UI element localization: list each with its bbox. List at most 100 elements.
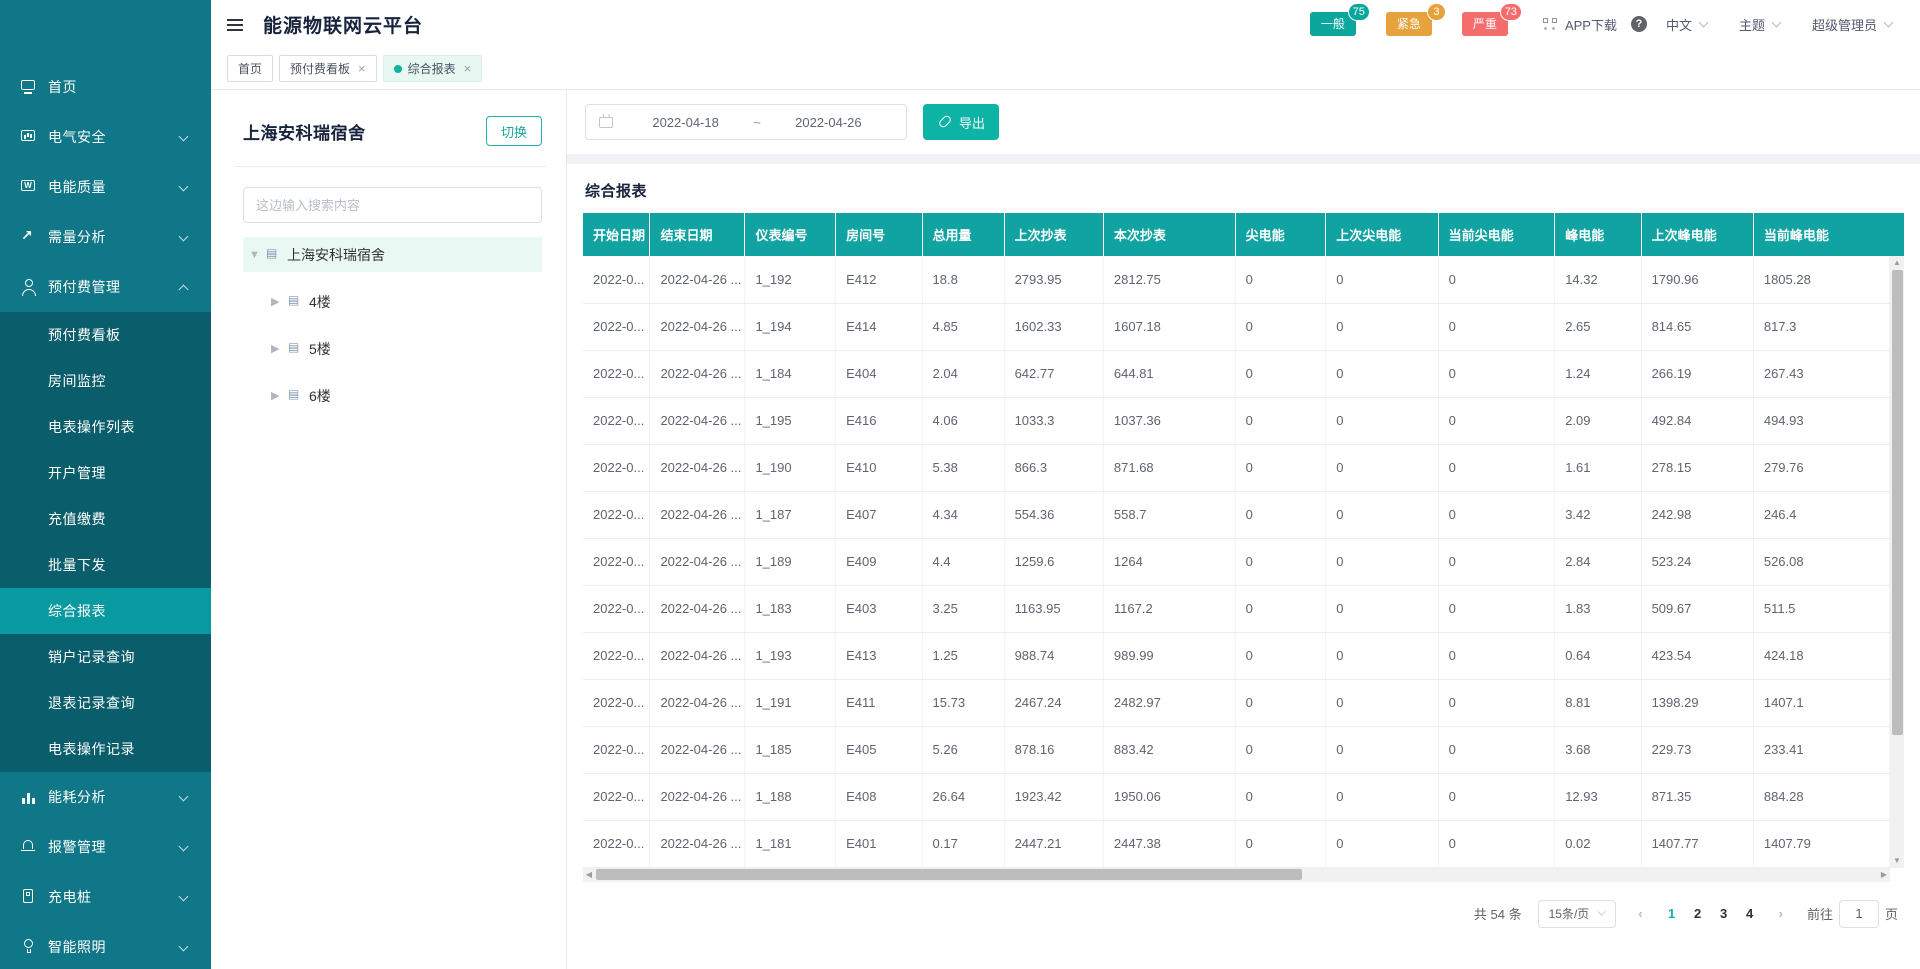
start-date-value[interactable]: 2022-04-18 — [620, 115, 751, 130]
column-header-本次抄表: 本次抄表 — [1103, 213, 1235, 256]
horizontal-scrollbar[interactable]: ◀ ▶ — [583, 868, 1890, 882]
prev-page-button[interactable]: ‹ — [1632, 906, 1648, 921]
table-cell: 1805.28 — [1753, 256, 1889, 303]
page-number-1[interactable]: 1 — [1659, 906, 1685, 921]
sidebar-subitem-批量下发[interactable]: 批量下发 — [0, 542, 211, 588]
topbar-right: 一般 75 紧急 3 严重 73 APP下载 — [1310, 12, 1894, 36]
vertical-scroll-thumb[interactable] — [1892, 270, 1903, 735]
close-icon[interactable]: × — [358, 62, 366, 75]
export-button[interactable]: 导出 — [923, 104, 999, 140]
sidebar-item-预付费管理[interactable]: 预付费管理 — [0, 262, 211, 312]
language-switcher[interactable]: 中文 — [1666, 15, 1709, 34]
table-cell: 0 — [1326, 679, 1438, 726]
sidebar-item-电气安全[interactable]: 电气安全 — [0, 112, 211, 162]
sidebar-subitem-预付费看板[interactable]: 预付费看板 — [0, 312, 211, 358]
page-number-3[interactable]: 3 — [1711, 906, 1737, 921]
caret-collapsed-icon[interactable]: ▶ — [271, 389, 287, 402]
report-table: 开始日期结束日期仪表编号房间号总用量上次抄表本次抄表尖电能上次尖电能当前尖电能峰… — [583, 213, 1890, 868]
help-button[interactable] — [1631, 16, 1652, 32]
table-cell: 0 — [1438, 726, 1555, 773]
trend-icon — [20, 229, 38, 245]
tab-label: 综合报表 — [408, 60, 456, 77]
tree-search-input[interactable] — [243, 187, 542, 223]
scroll-left-icon[interactable]: ◀ — [583, 868, 595, 882]
column-header-当前尖电能: 当前尖电能 — [1438, 213, 1555, 256]
tree-node-5楼[interactable]: ▶ 5楼 — [243, 331, 542, 366]
column-header-上次峰电能: 上次峰电能 — [1641, 213, 1753, 256]
table-cell: 1264 — [1103, 538, 1235, 585]
sidebar-subitem-房间监控[interactable]: 房间监控 — [0, 358, 211, 404]
table-cell: 2022-04-26 ... — [650, 679, 745, 726]
table-cell: 989.99 — [1103, 632, 1235, 679]
next-page-button[interactable]: › — [1773, 906, 1789, 921]
column-header-当前峰电能: 当前峰电能 — [1753, 213, 1889, 256]
scroll-down-icon[interactable]: ▼ — [1890, 855, 1904, 867]
app-download-link[interactable]: APP下载 — [1542, 15, 1617, 34]
page-size-select[interactable]: 15条/页 — [1538, 900, 1617, 928]
tab-首页[interactable]: 首页 — [227, 55, 273, 82]
table-cell: 0 — [1326, 538, 1438, 585]
chevron-down-icon — [1884, 18, 1894, 28]
table-cell: 246.4 — [1753, 491, 1889, 538]
scroll-right-icon[interactable]: ▶ — [1878, 868, 1890, 882]
table-cell: 492.84 — [1641, 397, 1753, 444]
end-date-value[interactable]: 2022-04-26 — [763, 115, 894, 130]
alarm-badge-normal[interactable]: 一般 75 — [1310, 12, 1356, 36]
alarm-badge-urgent[interactable]: 紧急 3 — [1386, 12, 1432, 36]
sidebar-subitem-电表操作记录[interactable]: 电表操作记录 — [0, 726, 211, 772]
table-cell: 1923.42 — [1004, 773, 1103, 820]
scroll-up-icon[interactable]: ▲ — [1890, 257, 1904, 269]
report-panel-title: 综合报表 — [585, 180, 1904, 201]
horizontal-scroll-thumb[interactable] — [596, 869, 1302, 880]
switch-building-button[interactable]: 切换 — [486, 116, 542, 146]
user-menu[interactable]: 超级管理员 — [1812, 15, 1894, 34]
table-cell: 871.35 — [1641, 773, 1753, 820]
table-cell: 1259.6 — [1004, 538, 1103, 585]
sidebar-subitem-充值缴费[interactable]: 充值缴费 — [0, 496, 211, 542]
tab-综合报表[interactable]: 综合报表 × — [383, 55, 483, 82]
table-row: 2022-0...2022-04-26 ...1_195E4164.061033… — [583, 397, 1890, 444]
table-cell: 4.4 — [922, 538, 1004, 585]
caret-collapsed-icon[interactable]: ▶ — [271, 295, 287, 308]
sidebar-item-需量分析[interactable]: 需量分析 — [0, 212, 211, 262]
close-icon[interactable]: × — [464, 62, 472, 75]
date-range-picker[interactable]: 2022-04-18 ~ 2022-04-26 — [585, 104, 907, 140]
caret-collapsed-icon[interactable]: ▶ — [271, 342, 287, 355]
page-number-2[interactable]: 2 — [1685, 906, 1711, 921]
sidebar-item-智能照明[interactable]: 智能照明 — [0, 922, 211, 969]
table-cell: 866.3 — [1004, 444, 1103, 491]
sidebar-subitem-开户管理[interactable]: 开户管理 — [0, 450, 211, 496]
sidebar-item-报警管理[interactable]: 报警管理 — [0, 822, 211, 872]
table-cell: 278.15 — [1641, 444, 1753, 491]
theme-switcher[interactable]: 主题 — [1739, 15, 1782, 34]
table-cell: 814.65 — [1641, 303, 1753, 350]
menu-collapse-icon[interactable] — [227, 15, 249, 37]
table-cell: 0 — [1326, 726, 1438, 773]
active-tab-dot — [394, 65, 402, 73]
tree-node-6楼[interactable]: ▶ 6楼 — [243, 378, 542, 413]
sidebar-subitem-综合报表[interactable]: 综合报表 — [0, 588, 211, 634]
table-cell: 0 — [1326, 491, 1438, 538]
question-icon — [1631, 16, 1647, 32]
sidebar-item-电能质量[interactable]: 电能质量 — [0, 162, 211, 212]
table-cell: 3.25 — [922, 585, 1004, 632]
tree-node-root[interactable]: ▼ 上海安科瑞宿舍 — [243, 237, 542, 272]
table-cell: 0 — [1438, 256, 1555, 303]
sidebar-subitem-销户记录查询[interactable]: 销户记录查询 — [0, 634, 211, 680]
page-number-4[interactable]: 4 — [1737, 906, 1763, 921]
tab-预付费看板[interactable]: 预付费看板× — [279, 55, 377, 82]
goto-page-input[interactable] — [1839, 900, 1879, 928]
vertical-scrollbar[interactable]: ▲ ▼ — [1890, 256, 1904, 868]
table-cell: 0 — [1438, 491, 1555, 538]
sidebar-item-充电桩[interactable]: 充电桩 — [0, 872, 211, 922]
table-cell: 229.73 — [1641, 726, 1753, 773]
caret-expanded-icon[interactable]: ▼ — [249, 249, 265, 261]
table-cell: E413 — [836, 632, 922, 679]
alarm-badge-severe[interactable]: 严重 73 — [1462, 12, 1508, 36]
sidebar-item-能耗分析[interactable]: 能耗分析 — [0, 772, 211, 822]
sidebar-subitem-电表操作列表[interactable]: 电表操作列表 — [0, 404, 211, 450]
sidebar-subitem-退表记录查询[interactable]: 退表记录查询 — [0, 680, 211, 726]
tree-node-4楼[interactable]: ▶ 4楼 — [243, 284, 542, 319]
sidebar-item-首页[interactable]: 首页 — [0, 62, 211, 112]
table-cell: 1790.96 — [1641, 256, 1753, 303]
